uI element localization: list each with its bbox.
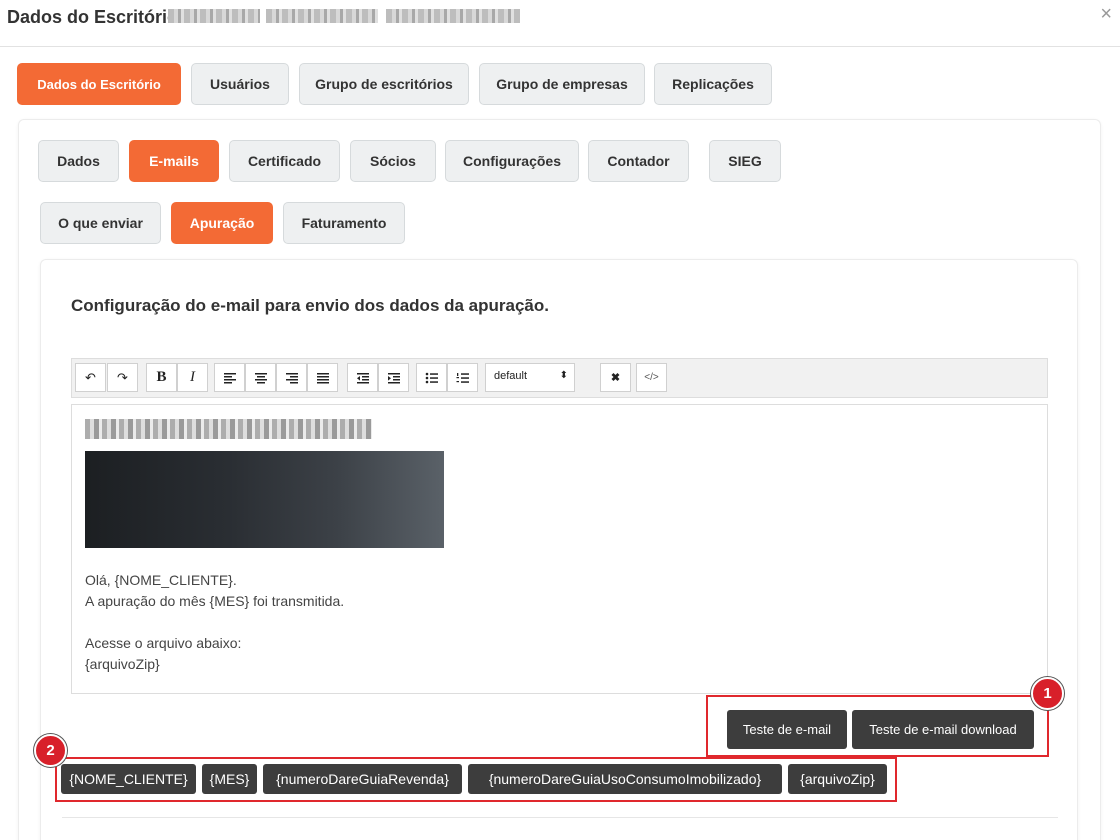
redo-icon[interactable]: ↷: [107, 363, 138, 392]
test-email-button[interactable]: Teste de e-mail: [727, 710, 847, 749]
code-view-icon[interactable]: </>: [636, 363, 667, 392]
section-divider: [62, 817, 1058, 818]
annotation-marker-2: 2: [34, 734, 67, 767]
tab-socios[interactable]: Sócios: [350, 140, 436, 182]
tag-numero-dare-guia-uso-consumo-imobilizado[interactable]: {numeroDareGuiaUsoConsumoImobilizado}: [468, 764, 782, 794]
bold-button[interactable]: B: [146, 363, 177, 392]
tab-dados-do-escritorio[interactable]: Dados do Escritório: [17, 63, 181, 105]
indent-icon[interactable]: [378, 363, 409, 392]
editor-greeting-line: Olá, {NOME_CLIENTE}.: [85, 572, 237, 588]
align-justify-icon[interactable]: [307, 363, 338, 392]
tab-configuracoes[interactable]: Configurações: [445, 140, 579, 182]
tab-replicacoes[interactable]: Replicações: [654, 63, 772, 105]
tab-o-que-enviar[interactable]: O que enviar: [40, 202, 161, 244]
annotation-marker-1: 1: [1031, 677, 1064, 710]
bullet-list-icon[interactable]: [416, 363, 447, 392]
tab-faturamento[interactable]: Faturamento: [283, 202, 405, 244]
section-title: Configuração do e-mail para envio dos da…: [71, 296, 549, 315]
chevron-updown-icon: ⬍: [559, 370, 568, 381]
test-email-download-button[interactable]: Teste de e-mail download: [852, 710, 1034, 749]
clear-format-icon[interactable]: ✖: [600, 363, 631, 392]
undo-icon[interactable]: ↶: [75, 363, 106, 392]
tag-arquivo-zip[interactable]: {arquivoZip}: [788, 764, 887, 794]
modal-header: Dados do Escritório ×: [0, 0, 1120, 47]
redacted-office-name: [386, 9, 520, 23]
numbered-list-icon[interactable]: [447, 363, 478, 392]
tab-emails[interactable]: E-mails: [129, 140, 219, 182]
modal-title: Dados do Escritório: [7, 7, 179, 27]
font-style-select-value: default: [494, 370, 528, 382]
tab-apuracao[interactable]: Apuração: [171, 202, 273, 244]
email-body-editor[interactable]: Olá, {NOME_CLIENTE}. A apuração do mês {…: [71, 404, 1048, 694]
email-banner-image: [85, 451, 444, 548]
tab-grupo-de-escritorios[interactable]: Grupo de escritórios: [299, 63, 469, 105]
tab-sieg[interactable]: SIEG: [709, 140, 781, 182]
font-style-select[interactable]: default ⬍: [485, 363, 575, 392]
tab-certificado[interactable]: Certificado: [229, 140, 340, 182]
tab-contador[interactable]: Contador: [588, 140, 689, 182]
tab-grupo-de-empresas[interactable]: Grupo de empresas: [479, 63, 645, 105]
close-icon[interactable]: ×: [1100, 3, 1112, 26]
align-left-icon[interactable]: [214, 363, 245, 392]
editor-message-line: A apuração do mês {MES} foi transmitida.: [85, 593, 345, 609]
redacted-heading-text: [85, 419, 372, 439]
align-center-icon[interactable]: [245, 363, 276, 392]
redacted-office-name: [266, 9, 378, 23]
tag-nome-cliente[interactable]: {NOME_CLIENTE}: [61, 764, 196, 794]
editor-toolbar: ↶ ↷ B I default ⬍ ✖ </>: [71, 358, 1048, 398]
tab-dados[interactable]: Dados: [38, 140, 119, 182]
tag-numero-dare-guia-revenda[interactable]: {numeroDareGuiaRevenda}: [263, 764, 462, 794]
tab-usuarios[interactable]: Usuários: [191, 63, 289, 105]
editor-instruction-line: Acesse o arquivo abaixo:: [85, 635, 242, 651]
italic-button[interactable]: I: [177, 363, 208, 392]
align-right-icon[interactable]: [276, 363, 307, 392]
tag-mes[interactable]: {MES}: [202, 764, 257, 794]
editor-attachment-line: {arquivoZip}: [85, 656, 160, 672]
outdent-icon[interactable]: [347, 363, 378, 392]
redacted-office-name: [168, 9, 260, 23]
